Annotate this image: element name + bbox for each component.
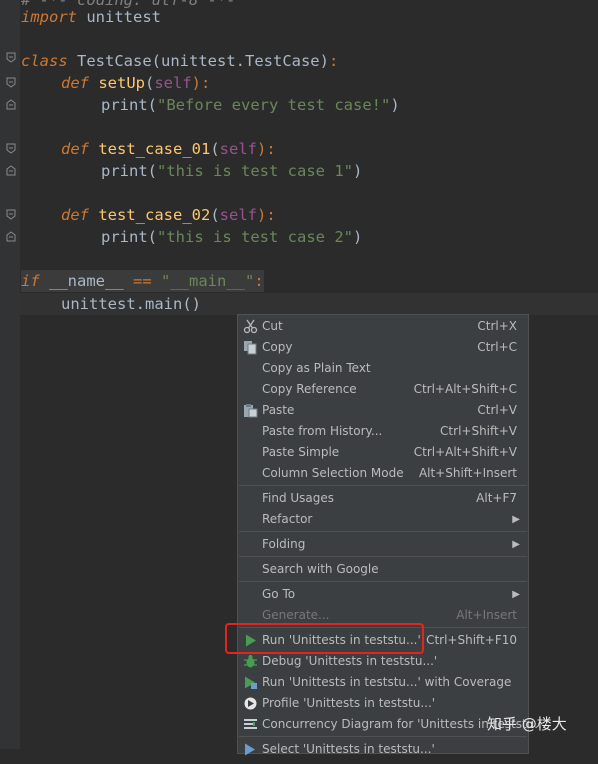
menu-item-search-with-google[interactable]: Search with Google — [238, 559, 528, 580]
code-line-print-case01: print("this is test case 1") — [101, 162, 363, 180]
menu-item-paste[interactable]: Paste Ctrl+V — [238, 400, 528, 421]
code-line-def-setup: def setUp(self): — [61, 74, 211, 92]
fold-end-icon[interactable] — [6, 231, 16, 242]
context-menu: Cut Ctrl+X Copy Ctrl+C Copy as Plain Text … — [237, 314, 549, 756]
editor-gutter — [0, 0, 20, 749]
code-line-def-case01: def test_case_01(self): — [61, 140, 276, 158]
menu-item-copy-reference[interactable]: Copy Reference Ctrl+Alt+Shift+C — [238, 379, 528, 400]
menu-item-cut[interactable]: Cut Ctrl+X — [238, 316, 528, 337]
code-line-main-call: unittest.main() — [61, 295, 201, 313]
menu-item-go-to[interactable]: Go To ▶ — [238, 584, 528, 605]
menu-item-find-usages[interactable]: Find Usages Alt+F7 — [238, 488, 528, 509]
menu-separator — [239, 556, 527, 557]
debug-icon — [243, 654, 258, 669]
menu-separator — [239, 531, 527, 532]
menu-item-profile-unittests[interactable]: Profile 'Unittests in teststu...' — [238, 693, 528, 714]
menu-item-copy-plain-text[interactable]: Copy as Plain Text — [238, 358, 528, 379]
menu-separator — [239, 485, 527, 486]
fold-icon[interactable] — [6, 143, 16, 154]
profile-icon — [243, 696, 258, 711]
menu-item-debug-unittests[interactable]: Debug 'Unittests in teststu...' — [238, 651, 528, 672]
fold-icon[interactable] — [6, 77, 16, 88]
menu-item-run-with-coverage[interactable]: Run 'Unittests in teststu...' with Cover… — [238, 672, 528, 693]
menu-item-paste-from-history[interactable]: Paste from History... Ctrl+Shift+V — [238, 421, 528, 442]
code-line-print-before: print("Before every test case!") — [101, 96, 400, 114]
chevron-right-icon: ▶ — [512, 589, 520, 600]
menu-item-column-selection-mode[interactable]: Column Selection Mode Alt+Shift+Insert — [238, 463, 528, 484]
chevron-right-icon: ▶ — [512, 539, 520, 550]
copy-icon — [243, 340, 258, 355]
concurrency-icon — [243, 717, 258, 732]
fold-icon[interactable] — [6, 52, 16, 63]
select-config-icon — [243, 742, 258, 757]
menu-item-copy[interactable]: Copy Ctrl+C — [238, 337, 528, 358]
fold-end-icon[interactable] — [6, 99, 16, 110]
coverage-icon — [243, 675, 258, 690]
menu-item-select-config[interactable]: Select 'Unittests in teststu...' — [238, 739, 528, 760]
menu-item-refactor[interactable]: Refactor ▶ — [238, 509, 528, 530]
code-line-print-case02: print("this is test case 2") — [101, 228, 363, 246]
menu-item-concurrency-diagram[interactable]: Concurrency Diagram for 'Unittests in te… — [238, 714, 549, 735]
scissors-icon — [243, 319, 258, 334]
code-line-def-case02: def test_case_02(self): — [61, 206, 276, 224]
fold-icon[interactable] — [6, 209, 16, 220]
menu-item-paste-simple[interactable]: Paste Simple Ctrl+Alt+Shift+V — [238, 442, 528, 463]
paste-icon — [243, 403, 258, 418]
code-line-class: class TestCase(unittest.TestCase): — [21, 52, 339, 70]
menu-separator — [239, 581, 527, 582]
chevron-right-icon: ▶ — [512, 514, 520, 525]
menu-item-folding[interactable]: Folding ▶ — [238, 534, 528, 555]
fold-end-icon[interactable] — [6, 165, 16, 176]
code-line-import: import unittest — [21, 8, 161, 26]
menu-separator — [239, 736, 527, 737]
code-line-if-main: if __name__ == "__main__": — [21, 270, 264, 292]
watermark: 知乎 @楼大 — [487, 715, 567, 733]
highlight-box — [225, 623, 424, 654]
